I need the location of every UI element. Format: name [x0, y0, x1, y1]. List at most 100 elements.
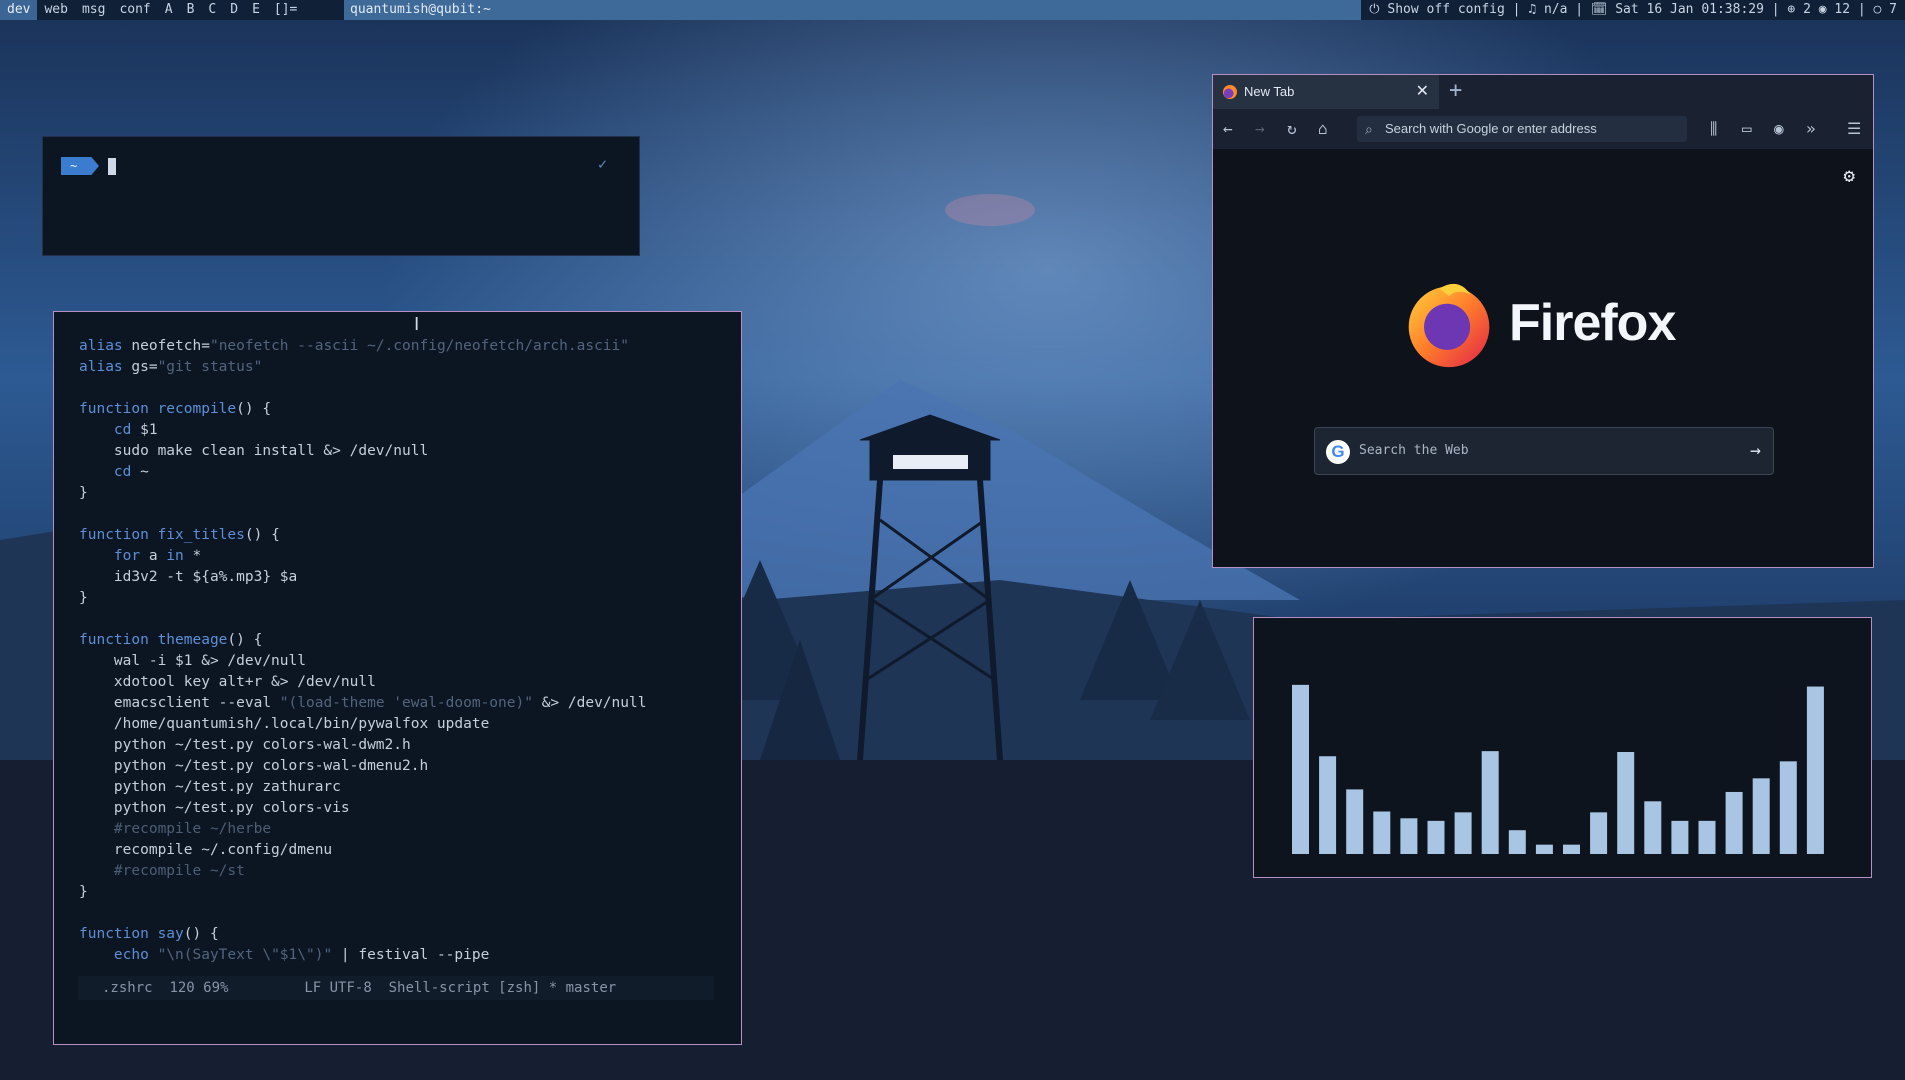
code-token: themeage: [157, 632, 228, 648]
forward-icon[interactable]: →: [1255, 109, 1265, 149]
web-search-box[interactable]: G Search the Web →: [1314, 427, 1774, 475]
code-token: python ~/test.py zathurarc: [79, 779, 341, 795]
visualizer-bar: [1535, 844, 1553, 854]
visualizer-bar: [1779, 761, 1797, 854]
code-token: python ~/test.py colors-vis: [79, 800, 350, 816]
home-icon[interactable]: ⌂: [1318, 109, 1328, 149]
hamburger-menu-icon[interactable]: ☰: [1847, 109, 1861, 149]
tag-a[interactable]: A: [158, 0, 180, 20]
audio-visualizer-window: [1253, 617, 1872, 878]
back-icon[interactable]: ←: [1223, 109, 1233, 149]
visualizer-bar: [1752, 778, 1770, 854]
code-token: () {: [183, 926, 219, 942]
tag-e[interactable]: E: [245, 0, 267, 20]
visualizer-bar: [1292, 684, 1309, 854]
code-token: gs=: [122, 359, 158, 375]
visualizer-bar: [1617, 752, 1635, 854]
code-line: echo "\n(SayText \"$1\")" | festival --p…: [79, 945, 721, 966]
tag-b[interactable]: B: [180, 0, 202, 20]
code-line: /home/quantumish/.local/bin/pywalfox upd…: [79, 714, 721, 735]
code-token: }: [79, 590, 88, 606]
visualizer-bar: [1806, 686, 1824, 854]
gear-icon[interactable]: ⚙: [1844, 165, 1855, 187]
terminal-window[interactable]: ~ ✓: [42, 136, 640, 256]
code-token: () {: [236, 401, 272, 417]
visualizer-bar: [1346, 789, 1364, 854]
visualizer-bar: [1563, 844, 1580, 854]
firefox-window[interactable]: New Tab ✕ + ← → ↻ ⌂ ⌕ Search with Google…: [1212, 74, 1874, 568]
code-line: sudo make clean install &> /dev/null: [79, 441, 721, 462]
code-token: wal -i $1 &> /dev/null: [79, 653, 306, 669]
tag-conf[interactable]: conf: [112, 0, 157, 20]
focused-window-title: quantumish@qubit:~: [344, 0, 1384, 20]
code-token: }: [79, 884, 88, 900]
visualizer-bar: [1725, 791, 1743, 854]
tag-web[interactable]: web: [37, 0, 74, 20]
tag-dev[interactable]: dev: [0, 0, 38, 20]
prompt-directory-tag: ~: [61, 157, 99, 175]
code-token: neofetch=: [122, 338, 210, 354]
code-token: &> /dev/null: [532, 695, 647, 711]
code-line: #recompile ~/herbe: [79, 819, 721, 840]
code-token: $1: [131, 422, 158, 438]
tab-new-tab[interactable]: New Tab ✕: [1213, 75, 1439, 109]
visualizer-bar: [1373, 811, 1391, 854]
overflow-menu-icon[interactable]: »: [1806, 109, 1816, 149]
code-token: #recompile ~/herbe: [113, 821, 272, 837]
code-token: sudo make clean install &> /dev/null: [79, 443, 429, 459]
search-icon: ⌕: [1365, 121, 1373, 137]
google-icon: G: [1326, 440, 1350, 464]
close-tab-icon[interactable]: ✕: [1416, 75, 1429, 109]
top-status-bar: dev web msg conf A B C D E []= quantumis…: [0, 0, 1905, 20]
visualizer-bar: [1319, 756, 1337, 854]
code-line: recompile ~/.config/dmenu: [79, 840, 721, 861]
code-token: emacsclient --eval: [79, 695, 280, 711]
code-line: }: [79, 483, 721, 504]
reload-icon[interactable]: ↻: [1287, 109, 1297, 149]
account-icon[interactable]: ◉: [1774, 109, 1784, 149]
code-buffer[interactable]: alias neofetch="neofetch --ascii ~/.conf…: [79, 336, 721, 966]
code-line: cd ~: [79, 462, 721, 483]
code-token: python ~/test.py colors-wal-dwm2.h: [79, 737, 411, 753]
code-token: #recompile ~/st: [113, 863, 245, 879]
code-line: }: [79, 588, 721, 609]
code-token: a: [140, 548, 167, 564]
modeline: .zshrc 120 69% LF UTF-8 Shell-script [zs…: [78, 976, 714, 1000]
code-line: id3v2 -t ${a%.mp3} $a: [79, 567, 721, 588]
layout-indicator[interactable]: []=: [267, 0, 304, 20]
tag-c[interactable]: C: [201, 0, 223, 20]
url-bar[interactable]: ⌕ Search with Google or enter address: [1357, 116, 1687, 142]
code-line: emacsclient --eval "(load-theme 'ewal-do…: [79, 693, 721, 714]
code-line: cd $1: [79, 420, 721, 441]
status-text: ⏻ Show off config | ♫ n/a | 🗓 Sat 16 Jan…: [1361, 0, 1905, 20]
code-token: in: [166, 548, 184, 564]
code-token: "neofetch --ascii ~/.config/neofetch/arc…: [209, 338, 629, 354]
sidebar-icon[interactable]: ▭: [1742, 109, 1752, 149]
arrow-right-icon[interactable]: →: [1750, 428, 1761, 474]
code-token: python ~/test.py colors-wal-dmenu2.h: [79, 758, 429, 774]
library-icon[interactable]: ⫼: [1710, 109, 1717, 149]
code-token: function: [79, 632, 149, 648]
code-token: *: [183, 548, 202, 564]
code-line: for a in *: [79, 546, 721, 567]
new-tab-button[interactable]: +: [1449, 75, 1462, 107]
code-line: function fix_titles() {: [79, 525, 721, 546]
modeline-mode: Shell-script [zsh] * master: [388, 980, 617, 996]
code-line: wal -i $1 &> /dev/null: [79, 651, 721, 672]
code-line: alias gs="git status": [79, 357, 721, 378]
tag-d[interactable]: D: [223, 0, 245, 20]
code-line: function say() {: [79, 924, 721, 945]
terminal-cursor: [108, 158, 116, 175]
visualizer-bar: [1427, 820, 1445, 854]
emacs-editor-window[interactable]: alias neofetch="neofetch --ascii ~/.conf…: [53, 311, 742, 1045]
visualizer-bar: [1454, 812, 1472, 854]
tag-msg[interactable]: msg: [75, 0, 112, 20]
visualizer-bar: [1644, 801, 1662, 854]
code-token: cd: [113, 422, 132, 438]
